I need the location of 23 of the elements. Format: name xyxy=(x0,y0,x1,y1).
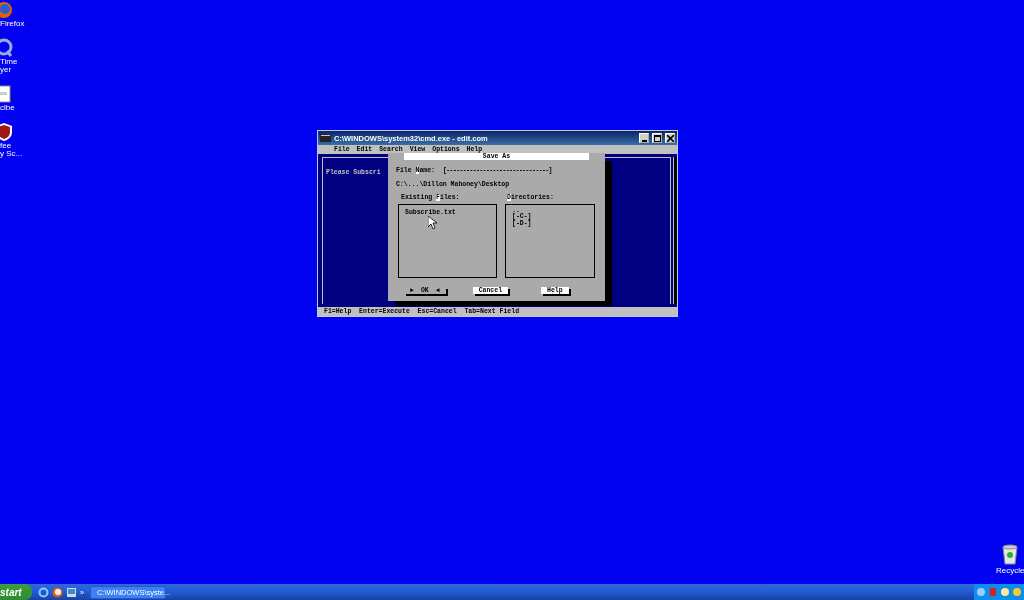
close-button[interactable] xyxy=(665,133,675,143)
desktop-icon[interactable] xyxy=(66,586,77,598)
maximize-button[interactable] xyxy=(652,133,662,143)
globe-icon[interactable] xyxy=(52,586,63,598)
icon-label: Recycle xyxy=(996,567,1024,575)
document-icon[interactable] xyxy=(0,84,14,104)
close-icon xyxy=(666,134,674,142)
icon-label: yer xyxy=(0,66,12,74)
recycle-bin-icon[interactable] xyxy=(1000,543,1021,565)
icon-label: cibe xyxy=(0,104,15,112)
mouse-cursor-icon xyxy=(428,216,437,230)
browser-e-icon[interactable] xyxy=(38,586,49,598)
icon-label: Firefox xyxy=(0,20,25,28)
icon-label: Time xyxy=(0,58,18,66)
icon-label: fee xyxy=(0,142,12,150)
tray-bulb-icon[interactable] xyxy=(1000,587,1010,597)
console-icon xyxy=(320,134,331,142)
scroll-bar[interactable] xyxy=(673,157,677,304)
shield-icon[interactable] xyxy=(0,122,14,142)
icon-label: y Sc... xyxy=(0,150,23,158)
start-button[interactable]: start xyxy=(0,584,32,600)
maximize-icon xyxy=(653,134,661,142)
minimize-button[interactable] xyxy=(639,133,649,143)
